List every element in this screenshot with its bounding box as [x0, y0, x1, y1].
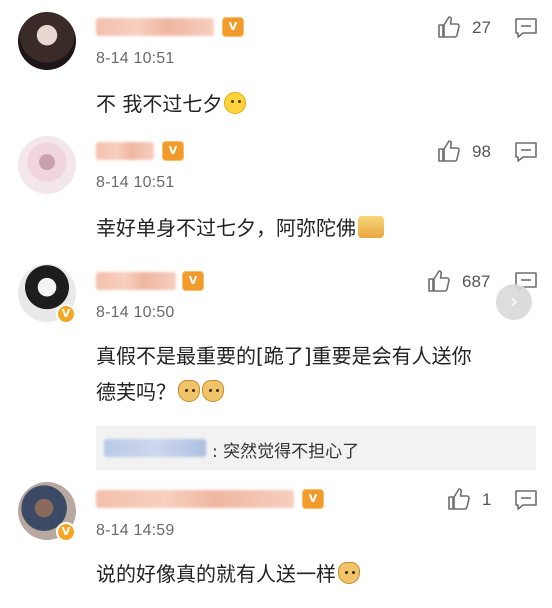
username-blurred[interactable]: [96, 490, 294, 508]
comment-time: 8-14 10:51: [96, 174, 175, 191]
doge-icon: [178, 380, 200, 402]
comment-text: 说的好像真的就有人送一样: [96, 556, 536, 592]
reply-icon[interactable]: [514, 489, 538, 511]
thinking-face-icon: [224, 92, 247, 114]
username-blurred[interactable]: [96, 272, 176, 290]
like-thumb-icon[interactable]: [426, 268, 452, 294]
like-thumb-icon[interactable]: [436, 14, 462, 40]
like-count: 687: [462, 272, 491, 291]
reply-icon[interactable]: [514, 17, 538, 39]
reply-text: : 突然觉得不担心了: [212, 442, 360, 462]
verified-badge-icon: V: [56, 304, 76, 324]
comment-text-content: 不 我不过七夕: [96, 92, 223, 116]
reply-username-blurred[interactable]: [104, 439, 206, 457]
level-badge: V: [302, 489, 324, 509]
level-badge: V: [162, 141, 184, 161]
level-badge: V: [182, 271, 204, 291]
doge-icon: [338, 562, 360, 584]
comment-text: 不 我不过七夕: [96, 86, 536, 122]
doge-icon: [202, 380, 224, 402]
chevron-right-icon[interactable]: ›: [496, 284, 532, 320]
avatar[interactable]: [18, 12, 76, 70]
comment-text-content: 说的好像真的就有人送一样: [96, 562, 336, 586]
comment-text-content: 德芙吗？: [96, 380, 176, 404]
username-blurred[interactable]: [96, 18, 214, 36]
verified-badge-icon: V: [56, 522, 76, 542]
comment-text-line-2: 德芙吗？: [96, 374, 536, 410]
comment-time: 8-14 10:50: [96, 304, 175, 321]
like-thumb-icon[interactable]: [436, 138, 462, 164]
like-count: 1: [482, 490, 492, 509]
reply-preview[interactable]: : 突然觉得不担心了: [96, 426, 536, 470]
avatar[interactable]: [18, 136, 76, 194]
comment-time: 8-14 14:59: [96, 522, 175, 539]
comment-item: V 8-14 10:51 27 不 我不过七夕: [0, 0, 552, 128]
like-thumb-icon[interactable]: [446, 486, 472, 512]
comment-time: 8-14 10:51: [96, 50, 175, 67]
like-count: 27: [472, 18, 491, 37]
praying-hands-icon: [358, 216, 384, 238]
username-blurred[interactable]: [96, 142, 154, 160]
comment-text-line: 真假不是最重要的[跪了]重要是会有人送你: [96, 344, 472, 368]
comment-text: 幸好单身不过七夕，阿弥陀佛: [96, 210, 536, 246]
like-count: 98: [472, 142, 491, 161]
level-badge: V: [222, 17, 244, 37]
comment-item: V 8-14 10:51 98 幸好单身不过七夕，阿弥陀佛: [0, 128, 552, 260]
comment-text: 真假不是最重要的[跪了]重要是会有人送你 德芙吗？: [96, 338, 536, 410]
comment-item: V V 8-14 14:59 1 说的好像真的就有人送一样: [0, 480, 552, 608]
reply-icon[interactable]: [514, 141, 538, 163]
comment-text-content: 幸好单身不过七夕，阿弥陀佛: [96, 216, 356, 240]
